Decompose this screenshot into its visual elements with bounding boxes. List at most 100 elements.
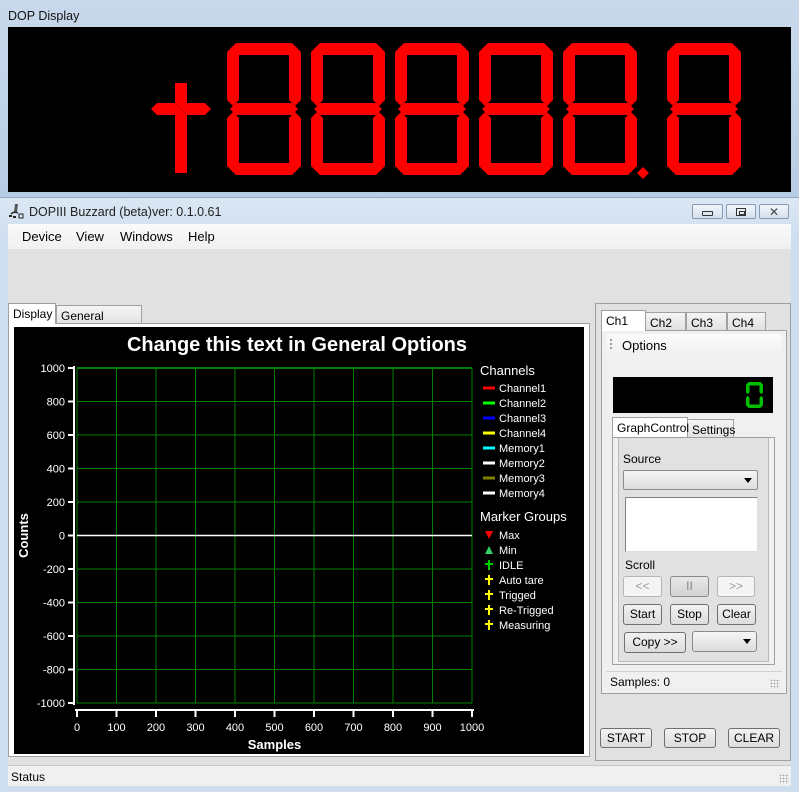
marker-legend-item[interactable]: Auto tare: [485, 575, 544, 587]
digit: [479, 43, 553, 175]
scroll-left-button[interactable]: <<: [623, 576, 662, 597]
x-tick-label: 0: [74, 722, 80, 734]
segment-f: [563, 46, 575, 106]
marker-legend-item[interactable]: Trigged: [485, 590, 536, 602]
marker-legend-item[interactable]: Measuring: [485, 620, 550, 632]
options-label[interactable]: Options: [622, 338, 667, 353]
y-tick-label: -1000: [37, 698, 65, 710]
y-tick-label: -200: [43, 564, 65, 576]
segment-b: [759, 382, 763, 395]
legend-label: Channel2: [499, 398, 546, 410]
legend-item[interactable]: Memory2: [483, 458, 545, 470]
tab-ch3[interactable]: Ch3: [686, 312, 727, 330]
clear-button[interactable]: Clear: [717, 604, 756, 625]
marker-legend-label: Auto tare: [499, 575, 544, 587]
tab-general-options[interactable]: General Options: [56, 305, 142, 337]
segment-a: [566, 43, 634, 55]
segment-b: [289, 46, 301, 106]
copy-button[interactable]: Copy >>: [624, 632, 686, 653]
marker-legend-label: Max: [499, 530, 520, 542]
y-tick-label: -800: [43, 665, 65, 677]
ch1-tab-page: Options GraphControl Settings Source Scr…: [601, 330, 787, 694]
y-tick-label: 800: [47, 397, 65, 409]
tab-display[interactable]: Display: [8, 303, 56, 324]
y-tick-label: -600: [43, 631, 65, 643]
stop-button[interactable]: Stop: [670, 604, 709, 625]
digit: [311, 43, 385, 175]
tab-ch1[interactable]: Ch1: [601, 310, 646, 331]
maximize-button[interactable]: [726, 204, 756, 219]
marker-legend-item[interactable]: Re-Trigged: [485, 605, 554, 617]
samples-status-strip: Samples: 0: [606, 671, 782, 691]
segment-f: [746, 382, 750, 395]
tab-ch4[interactable]: Ch4: [727, 312, 766, 330]
plus-segment: [151, 103, 181, 115]
marker-legend-item[interactable]: IDLE: [485, 560, 523, 572]
legend-label: Memory4: [499, 488, 545, 500]
chevron-down-icon: [743, 639, 751, 644]
segment-b: [373, 46, 385, 106]
cross-marker-icon: [485, 590, 493, 600]
y-tick-label: 1000: [41, 363, 65, 375]
seven-segment-display: [8, 27, 791, 192]
legend-item[interactable]: Channel1: [483, 383, 546, 395]
x-tick-label: 900: [423, 722, 441, 734]
legend-item[interactable]: Channel2: [483, 398, 546, 410]
resize-grip-icon[interactable]: [770, 679, 780, 689]
marker-legend-label: IDLE: [499, 560, 523, 572]
legend-label: Channel1: [499, 383, 546, 395]
menu-help[interactable]: Help: [188, 229, 215, 244]
pause-button[interactable]: II: [670, 576, 709, 597]
source-listbox[interactable]: [625, 497, 758, 552]
digit: [227, 43, 301, 175]
stop-all-button[interactable]: STOP: [664, 728, 716, 748]
readout-digit: [746, 382, 763, 408]
clear-all-button[interactable]: CLEAR: [728, 728, 780, 748]
legend-label: Memory2: [499, 458, 545, 470]
menu-bar: Device View Windows Help: [8, 224, 791, 249]
channel-readout-display: [613, 377, 773, 413]
start-all-button[interactable]: START: [600, 728, 652, 748]
start-button[interactable]: Start: [623, 604, 662, 625]
plus-segment: [181, 103, 211, 115]
legend-item[interactable]: Memory4: [483, 488, 545, 500]
tab-ch2[interactable]: Ch2: [645, 312, 686, 330]
segment-g: [230, 103, 298, 115]
minimize-icon: [702, 211, 713, 216]
segment-b: [541, 46, 553, 106]
legend-item[interactable]: Memory3: [483, 473, 545, 485]
marker-legend-label: Min: [499, 545, 517, 557]
x-tick-label: 400: [226, 722, 244, 734]
segment-a: [398, 43, 466, 55]
close-button[interactable]: ✕: [759, 204, 789, 219]
samples-count: Samples: 0: [610, 675, 671, 689]
segment-g: [482, 103, 550, 115]
segment-a: [230, 43, 298, 55]
legend-item[interactable]: Channel3: [483, 413, 546, 425]
grip-icon[interactable]: [610, 339, 612, 351]
menu-view[interactable]: View: [76, 229, 104, 244]
segment-g: [314, 103, 382, 115]
status-bar: Status: [8, 765, 791, 786]
tab-settings[interactable]: Settings: [687, 419, 735, 437]
resize-grip-icon[interactable]: [779, 774, 789, 784]
legend-item[interactable]: Channel4: [483, 428, 546, 440]
marker-legend-item[interactable]: Min: [485, 545, 517, 557]
scroll-right-button[interactable]: >>: [717, 576, 755, 597]
segment-b: [729, 46, 741, 106]
segment-f: [667, 46, 679, 106]
legend-item[interactable]: Memory1: [483, 443, 545, 455]
minimize-button[interactable]: [692, 204, 723, 219]
tab-graphcontrol[interactable]: GraphControl: [612, 417, 689, 437]
x-tick-label: 300: [186, 722, 204, 734]
menu-windows[interactable]: Windows: [120, 229, 173, 244]
segment-g: [398, 103, 466, 115]
menu-device[interactable]: Device: [22, 229, 62, 244]
channel-panel: Ch1 Ch2 Ch3 Ch4 Options GraphControl Set…: [595, 303, 791, 761]
segment-e: [563, 112, 575, 172]
marker-legend-item[interactable]: Max: [485, 530, 520, 542]
copy-target-dropdown[interactable]: [692, 631, 757, 652]
segment-d: [482, 163, 550, 175]
source-dropdown[interactable]: [623, 470, 758, 490]
maximize-icon: [736, 207, 746, 216]
